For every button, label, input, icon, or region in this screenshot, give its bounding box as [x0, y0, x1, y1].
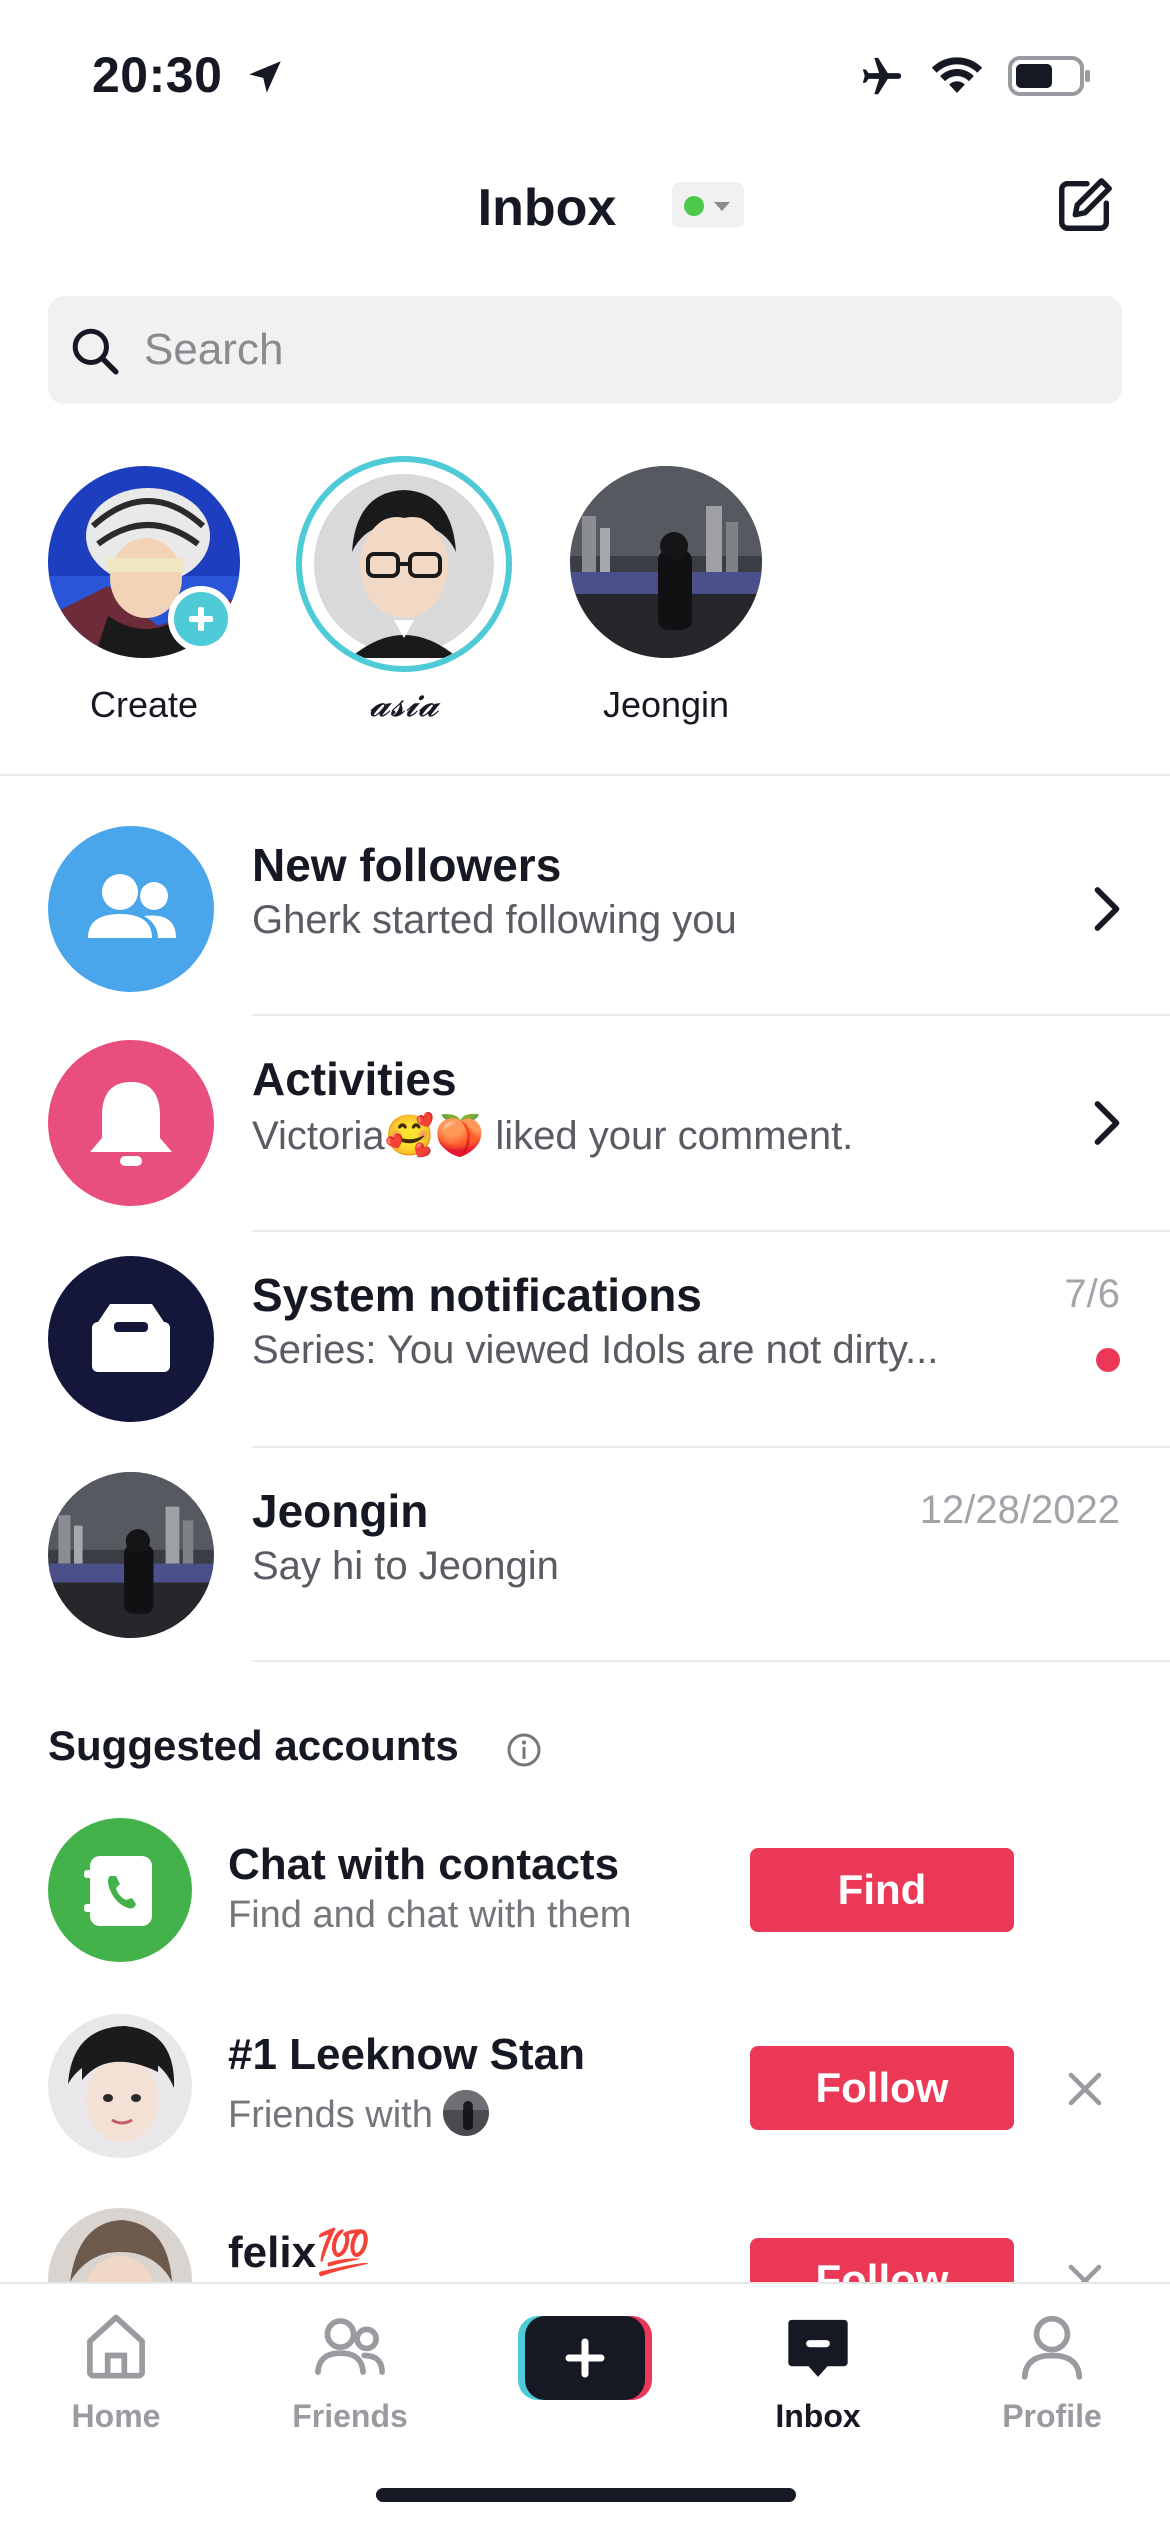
status-bar: 20:30 — [0, 0, 1170, 150]
list-item-system-notifications[interactable]: System notifications Series: You viewed … — [0, 1218, 1170, 1432]
mutual-friend-avatar — [442, 2090, 489, 2136]
create-button[interactable] — [518, 2316, 652, 2400]
phone-book-icon — [84, 1856, 152, 1926]
story-name: Jeongin — [602, 684, 730, 725]
row-title: New followers — [252, 839, 562, 891]
bell-icon — [90, 1082, 172, 1166]
row-title: Activities — [252, 1053, 457, 1105]
avatar[interactable] — [48, 2014, 192, 2158]
chevron-right-icon — [1094, 1101, 1120, 1145]
search-input[interactable] — [144, 318, 1044, 382]
nav-label: Friends — [292, 2398, 408, 2434]
avatar[interactable] — [570, 466, 762, 658]
list-item-jeongin[interactable]: Jeongin Say hi to Jeongin 12/28/2022 — [0, 1434, 1170, 1648]
avatar-image — [48, 2014, 192, 2158]
wifi-icon — [931, 57, 983, 93]
suggested-item-leeknow-stan[interactable]: #1 Leeknow Stan Friends with Follow — [0, 2006, 1170, 2186]
avatar-image — [48, 1472, 214, 1638]
suggested-item-contacts[interactable]: Chat with contacts Find and chat with th… — [0, 1810, 1170, 1990]
nav-home[interactable]: Home — [16, 2298, 216, 2448]
people-icon — [88, 874, 176, 938]
system-badge — [48, 1256, 214, 1422]
row-subtitle: Gherk started following you — [252, 898, 737, 942]
row-title: System notifications — [252, 1269, 702, 1321]
avatar[interactable] — [48, 1472, 214, 1638]
online-status-dot — [684, 196, 704, 216]
inbox-box-icon — [92, 1304, 170, 1372]
home-indicator — [376, 2488, 796, 2502]
location-arrow-icon — [249, 61, 281, 93]
compose-icon[interactable] — [1054, 174, 1116, 236]
nav-label: Home — [71, 2398, 161, 2434]
row-subtitle: Say hi to Jeongin — [252, 1544, 559, 1588]
row-date: 7/6 — [1064, 1272, 1120, 1316]
avatar[interactable] — [296, 456, 512, 672]
stories-row: Create 𝓪𝓼𝓲𝓪 Jeongin — [0, 456, 1170, 736]
suggested-subtitle: Find and chat with them — [228, 1894, 632, 1936]
row-date: 12/28/2022 — [919, 1488, 1120, 1532]
status-time: 20:30 — [92, 47, 223, 103]
suggested-name: #1 Leeknow Stan — [228, 2030, 586, 2079]
follow-button[interactable]: Follow — [750, 2046, 1014, 2130]
nav-profile[interactable]: Profile — [952, 2298, 1152, 2448]
friends-with-label: Friends with — [228, 2094, 433, 2137]
nav-inbox[interactable]: Inbox — [718, 2298, 918, 2448]
divider — [0, 774, 1170, 776]
search-bar[interactable] — [48, 296, 1122, 404]
airplane-icon — [862, 57, 902, 95]
story-name: Create — [89, 684, 199, 725]
divider — [252, 1660, 1170, 1662]
row-subtitle: Victoria🥰🍑 liked your comment. — [252, 1114, 854, 1158]
section-title-suggested: Suggested accounts — [48, 1722, 459, 1769]
activities-badge — [48, 1040, 214, 1206]
info-icon[interactable] — [506, 1732, 542, 1768]
list-item-activities[interactable]: Activities Victoria🥰🍑 liked your comment… — [0, 1002, 1170, 1216]
nav-friends[interactable]: Friends — [250, 2298, 450, 2448]
list-item-new-followers[interactable]: New followers Gherk started following yo… — [0, 788, 1170, 1002]
story-name: 𝓪𝓼𝓲𝓪 — [369, 684, 439, 725]
find-button[interactable]: Find — [750, 1848, 1014, 1932]
friends-icon — [315, 2318, 385, 2375]
inbox-icon — [788, 2319, 848, 2377]
chevron-right-icon — [1094, 887, 1120, 931]
suggested-name: Chat with contacts — [228, 1840, 620, 1889]
online-status-toggle[interactable] — [672, 182, 744, 228]
row-title: Jeongin — [252, 1485, 429, 1537]
page-title: Inbox — [477, 179, 617, 237]
nav-label: Profile — [1002, 2398, 1102, 2434]
search-icon — [72, 328, 119, 375]
chevron-down-icon — [714, 202, 730, 211]
add-story-button[interactable] — [168, 586, 234, 652]
avatar-image — [306, 466, 502, 662]
followers-badge — [48, 826, 214, 992]
header: Inbox — [0, 160, 1170, 250]
row-subtitle: Series: You viewed Idols are not dirty..… — [252, 1328, 939, 1372]
contacts-badge — [48, 1818, 192, 1962]
nav-label: Inbox — [775, 2398, 861, 2434]
suggested-subtitle: Friends with — [228, 2090, 489, 2140]
home-icon — [87, 2314, 145, 2379]
suggested-name: felix💯 — [228, 2228, 371, 2277]
close-icon[interactable] — [1064, 2068, 1106, 2110]
battery-icon — [1008, 56, 1090, 96]
profile-icon — [1021, 2315, 1083, 2380]
avatar-image — [570, 466, 762, 658]
unread-dot — [1096, 1348, 1120, 1372]
